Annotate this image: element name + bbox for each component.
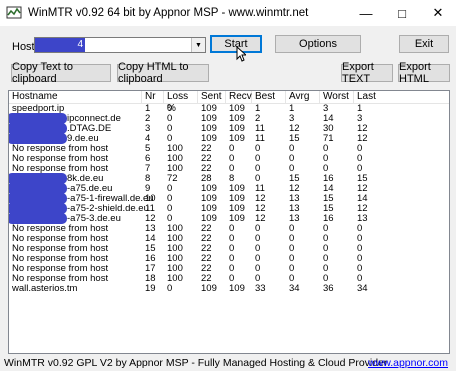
mouse-cursor-icon [236,46,246,62]
cell-recv: 109 [229,283,245,294]
cell-worst: 36 [323,283,334,294]
status-text: WinMTR v0.92 GPL V2 by Appnor MSP - Full… [4,357,388,369]
header-avrg[interactable]: Avrg [286,91,320,103]
header-nr[interactable]: Nr [142,91,164,103]
cell-host: wall.asterios.tm [12,283,78,294]
exit-button[interactable]: Exit [399,35,449,53]
header-loss[interactable]: Loss % [164,91,198,114]
header-sent[interactable]: Sent [198,91,226,103]
header-best[interactable]: Best [252,91,286,103]
title-bar: WinMTR v0.92 64 bit by Appnor MSP - www.… [0,0,456,26]
export-text-button[interactable]: Export TEXT [341,61,393,85]
window-title: WinMTR v0.92 64 bit by Appnor MSP - www.… [28,7,309,19]
copy-text-button[interactable]: Copy Text to clipboard [11,61,111,85]
cell-sent: 109 [201,283,217,294]
cell-loss: 0 [167,283,173,294]
appnor-link[interactable]: www.appnor.com [368,356,448,371]
cell-nr: 19 [145,283,156,294]
status-bar: WinMTR v0.92 GPL V2 by Appnor MSP - Full… [0,356,456,371]
cell-last: 34 [357,283,368,294]
cell-avrg: 34 [289,283,300,294]
results-table[interactable]: Hostname Nr Loss % Sent Recv Best Avrg W… [8,90,450,354]
table-row[interactable]: wall.asterios.tm 19 0 109 109 33 34 36 34 [9,284,449,294]
cell-best: 33 [255,283,266,294]
header-hostname[interactable]: Hostname [9,91,142,103]
minimize-icon[interactable]: — [348,0,384,26]
close-icon[interactable]: ✕ [420,0,456,26]
host-input[interactable]: 4 ▼ [34,37,206,53]
header-last[interactable]: Last [354,91,449,103]
app-icon [6,6,22,19]
export-html-button[interactable]: Export HTML [398,61,450,85]
options-button[interactable]: Options [275,35,361,53]
header-worst[interactable]: Worst [320,91,354,103]
header-recv[interactable]: Recv [226,91,252,103]
chevron-down-icon[interactable]: ▼ [191,38,205,52]
copy-html-button[interactable]: Copy HTML to clipboard [117,61,209,85]
host-value: 4 [35,38,85,52]
maximize-icon[interactable]: □ [384,0,420,26]
